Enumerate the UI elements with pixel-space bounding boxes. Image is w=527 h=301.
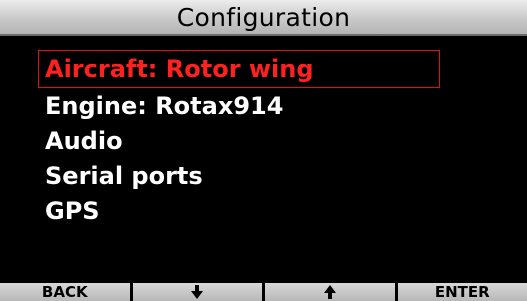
menu-item-audio[interactable]: Audio: [38, 123, 440, 158]
configuration-screen: Configuration Aircraft: Rotor wing Engin…: [0, 0, 527, 301]
arrow-down-icon: [191, 285, 204, 299]
enter-button[interactable]: ENTER: [397, 283, 527, 301]
menu-item-engine[interactable]: Engine: Rotax914: [38, 88, 440, 123]
arrow-up-icon: [323, 285, 336, 299]
softkey-bar: BACK ENTER: [0, 283, 527, 301]
page-title: Configuration: [176, 2, 351, 32]
down-button[interactable]: [132, 283, 262, 301]
enter-button-label: ENTER: [434, 283, 490, 301]
back-button[interactable]: BACK: [0, 283, 130, 301]
configuration-menu: Aircraft: Rotor wing Engine: Rotax914 Au…: [38, 50, 440, 228]
title-bar: Configuration: [0, 0, 527, 36]
menu-item-serial-ports[interactable]: Serial ports: [38, 158, 440, 193]
menu-item-gps[interactable]: GPS: [38, 193, 440, 228]
up-button[interactable]: [265, 283, 395, 301]
menu-item-aircraft[interactable]: Aircraft: Rotor wing: [38, 50, 440, 88]
back-button-label: BACK: [41, 283, 88, 301]
